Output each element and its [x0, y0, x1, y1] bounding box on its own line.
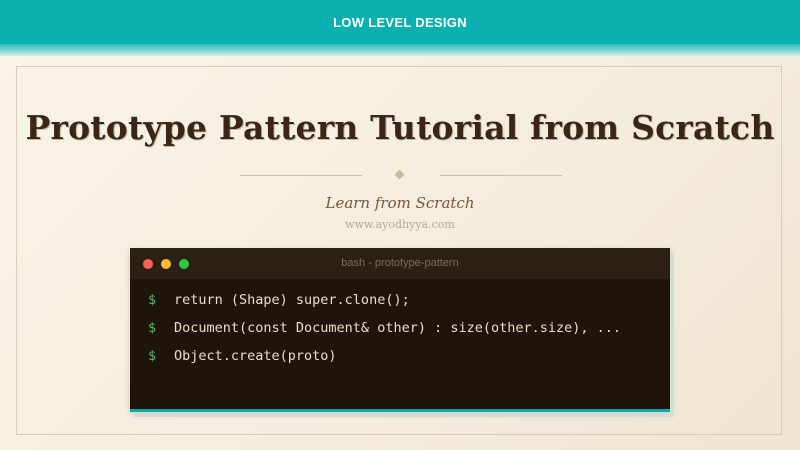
prompt-symbol: $	[148, 292, 157, 308]
terminal-titlebar: bash - prototype-pattern	[130, 248, 670, 279]
terminal-line: $ Object.create(proto)	[148, 348, 337, 364]
top-banner: LOW LEVEL DESIGN	[0, 0, 800, 44]
category-label: LOW LEVEL DESIGN	[333, 14, 467, 30]
terminal-line: $ Document(const Document& other) : size(…	[148, 320, 621, 336]
divider-line-right	[440, 175, 562, 176]
subtitle: Learn from Scratch	[325, 194, 475, 212]
command-text: Object.create(proto)	[174, 348, 337, 364]
prompt-symbol: $	[148, 348, 157, 364]
terminal-line: $ return (Shape) super.clone();	[148, 292, 410, 308]
command-text: return (Shape) super.clone();	[174, 292, 410, 308]
banner-gradient-strip	[0, 44, 800, 56]
terminal-window-title: bash - prototype-pattern	[341, 257, 459, 269]
site-url: www.ayodhyya.com	[345, 218, 455, 231]
prompt-symbol: $	[148, 320, 157, 336]
terminal-accent-bar	[130, 409, 670, 412]
page-title: Prototype Pattern Tutorial from Scratch	[25, 108, 775, 147]
command-text: Document(const Document& other) : size(o…	[174, 320, 622, 336]
terminal-window: bash - prototype-pattern $ return (Shape)…	[130, 248, 670, 412]
divider-line-left	[240, 175, 362, 176]
